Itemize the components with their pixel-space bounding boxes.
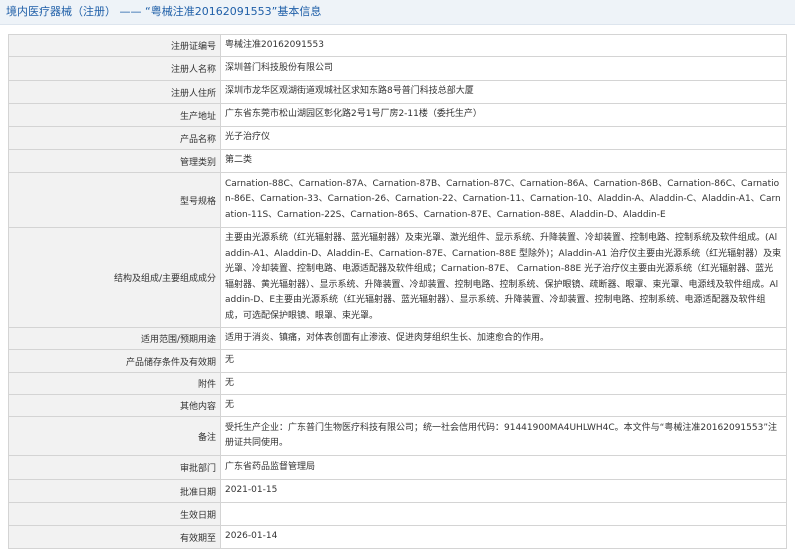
row-value: 粤械注准20162091553 [220, 34, 787, 57]
row-label: 产品名称 [8, 126, 221, 150]
row-value: 受托生产企业：广东普门生物医疗科技有限公司；统一社会信用代码：91441900M… [220, 416, 787, 456]
row-label: 注册人名称 [8, 56, 221, 81]
row-label: 其他内容 [8, 394, 221, 417]
row-label: 管理类别 [8, 149, 221, 173]
row-value: 深圳普门科技股份有限公司 [220, 56, 787, 81]
table-row: 有效期至 2026-01-14 [8, 525, 787, 549]
page-title: 境内医疗器械（注册） —— “粤械注准20162091553”基本信息 [0, 0, 795, 25]
row-value: 2021-01-15 [220, 479, 787, 503]
row-value: 主要由光源系统（红光辐射器、蓝光辐射器）及束光罩、激光组件、显示系统、升降装置、… [220, 227, 787, 328]
table-row: 注册人名称 深圳普门科技股份有限公司 [8, 56, 787, 81]
table-row: 型号规格 Carnation-88C、Carnation-87A、Carnati… [8, 172, 787, 228]
row-value: Carnation-88C、Carnation-87A、Carnation-87… [220, 172, 787, 228]
table-row: 注册证编号 粤械注准20162091553 [8, 34, 787, 57]
row-value: 无 [220, 394, 787, 417]
table-row: 批准日期 2021-01-15 [8, 479, 787, 503]
row-label: 审批部门 [8, 455, 221, 480]
title-separator: —— [119, 5, 142, 18]
row-label: 批准日期 [8, 479, 221, 503]
row-value: 2026-01-14 [220, 525, 787, 549]
table-row: 审批部门 广东省药品监督管理局 [8, 455, 787, 480]
row-label: 适用范围/预期用途 [8, 327, 221, 350]
row-value: 光子治疗仪 [220, 126, 787, 150]
table-row: 适用范围/预期用途 适用于消炎、镇痛，对体表创面有止渗液、促进肉芽组织生长、加速… [8, 327, 787, 350]
row-value: 第二类 [220, 149, 787, 173]
table-row: 结构及组成/主要组成成分 主要由光源系统（红光辐射器、蓝光辐射器）及束光罩、激光… [8, 227, 787, 328]
row-value: 适用于消炎、镇痛，对体表创面有止渗液、促进肉芽组织生长、加速愈合的作用。 [220, 327, 787, 350]
table-row: 备注 受托生产企业：广东普门生物医疗科技有限公司；统一社会信用代码：914419… [8, 416, 787, 456]
row-value: 广东省药品监督管理局 [220, 455, 787, 480]
row-label: 型号规格 [8, 172, 221, 228]
table-row: 生产地址 广东省东莞市松山湖园区彰化路2号1号厂房2-11楼（委托生产） [8, 103, 787, 127]
table-row: 产品储存条件及有效期 无 [8, 349, 787, 373]
row-value: 无 [220, 349, 787, 373]
row-label: 有效期至 [8, 525, 221, 549]
title-category: 境内医疗器械（注册） [6, 5, 116, 18]
row-label: 注册证编号 [8, 34, 221, 57]
title-subject: “粤械注准20162091553”基本信息 [145, 5, 322, 18]
table-row: 其他内容 无 [8, 394, 787, 417]
row-label: 结构及组成/主要组成成分 [8, 227, 221, 328]
row-label: 附件 [8, 372, 221, 395]
row-value: 深圳市龙华区观湖街道观城社区求知东路8号普门科技总部大厦 [220, 80, 787, 104]
row-label: 注册人住所 [8, 80, 221, 104]
row-label: 备注 [8, 416, 221, 456]
row-label: 生效日期 [8, 502, 221, 526]
table-row: 注册人住所 深圳市龙华区观湖街道观城社区求知东路8号普门科技总部大厦 [8, 80, 787, 104]
table-row: 附件 无 [8, 372, 787, 395]
row-label: 生产地址 [8, 103, 221, 127]
table-row: 产品名称 光子治疗仪 [8, 126, 787, 150]
table-row: 管理类别 第二类 [8, 149, 787, 173]
row-value: 广东省东莞市松山湖园区彰化路2号1号厂房2-11楼（委托生产） [220, 103, 787, 127]
row-label: 产品储存条件及有效期 [8, 349, 221, 373]
row-value: 无 [220, 372, 787, 395]
table-row: 生效日期 [8, 502, 787, 526]
info-table: 注册证编号 粤械注准20162091553 注册人名称 深圳普门科技股份有限公司… [8, 34, 787, 549]
row-value [220, 502, 787, 526]
